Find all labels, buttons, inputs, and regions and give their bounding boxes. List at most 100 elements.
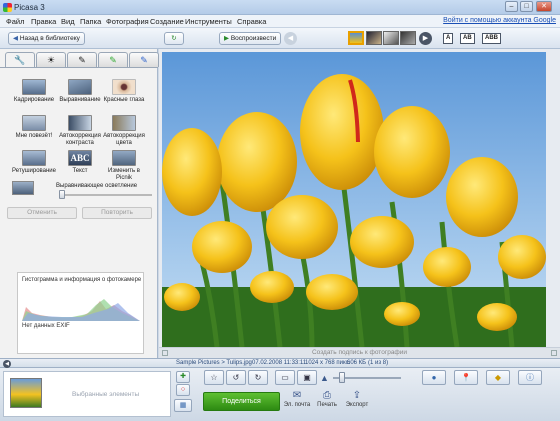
tag-icon: ◆ [494,373,502,382]
hold-button[interactable]: ✚ [176,371,190,383]
star-button[interactable]: ☆ [204,370,224,385]
clear-button[interactable]: ○ [176,384,190,396]
tulips-image [162,74,546,347]
menu-edit[interactable]: Правка [31,17,56,26]
tab-tuning[interactable]: ☀ [36,52,66,67]
map-pin-icon: 📍 [461,373,471,382]
google-sign-in-link[interactable]: Войти с помощью аккаунта Google [443,17,556,24]
back-arrow-icon: ◀ [13,35,20,42]
tray-thumb-tulips[interactable] [10,378,42,408]
caption-close-icon[interactable] [551,350,557,356]
layout-single-button[interactable]: A [443,33,454,44]
selected-items-label: Выбранные элементы [72,391,140,398]
rotate-left-button[interactable]: ↺ [226,370,246,385]
tags-button[interactable]: ◆ [486,370,510,385]
layout-double-button[interactable]: AB [460,33,475,44]
add-to-album-button[interactable]: ▦ [174,399,192,412]
close-button[interactable]: ✕ [536,1,552,12]
prev-photo-button[interactable]: ◀ [284,32,297,45]
share-button[interactable]: Поделиться [203,392,280,411]
retouch-tool[interactable]: Ретуширование [10,150,58,175]
crop-tool[interactable]: Кадрирование [10,79,58,104]
places-button[interactable]: 📍 [454,370,478,385]
lucky-icon [22,115,46,131]
crop-icon [22,79,46,95]
caption-bar[interactable]: Создать подпись к фотографии [159,347,560,358]
print-action[interactable]: ⎙ Печать [312,390,342,408]
contrast-icon [68,115,92,131]
undo-button[interactable]: Отменить [7,207,77,219]
wrench-icon: 🔧 [14,55,26,65]
rotate-right-button[interactable]: ↻ [248,370,268,385]
fill-light-slider-track[interactable] [60,194,152,196]
title-bar: Picasa 3 – □ ✕ [0,0,560,15]
menu-bar: Файл Правка Вид Папка Фотография Создани… [0,15,560,28]
fill-light-label: Выравнивающее осветление [56,183,138,189]
layout-triple-button[interactable]: ABB [482,33,501,44]
menu-folder[interactable]: Папка [80,17,101,26]
straighten-tool[interactable]: Выравнивание [56,79,104,104]
toolbar: ◀ Назад в библиотеку ↻ ▶ Воспроизвести ◀… [0,28,560,49]
photo-datetime: 07.02.2008 11:33:11 [252,360,307,366]
menu-tools[interactable]: Инструменты [185,17,232,26]
histogram-graph [22,299,140,321]
back-to-library-button[interactable]: ◀ Назад в библиотеку [8,32,85,45]
bottom-panel: Выбранные элементы ✚ ○ ▦ ☆ ↺ ↻ ▭ ▣ ▲ ● 📍… [0,368,560,421]
auto-contrast-tool[interactable]: Автокоррекция контраста [56,115,104,147]
filmstrip-thumb-4[interactable] [400,31,416,45]
menu-help[interactable]: Справка [237,17,266,26]
tab-effects-2[interactable]: ✎ [98,52,128,67]
menu-view[interactable]: Вид [61,17,75,26]
redeye-tool[interactable]: Красные глаза [100,79,148,104]
photo-filesize: 606 КБ [347,360,367,366]
view-actual-button[interactable]: ▣ [297,370,317,385]
histogram-title: Гистограмма и информация о фотокамере [22,277,142,283]
photo-path: Sample Pictures > Tulips.jpg [176,360,252,366]
tab-effects[interactable]: ✎ [67,52,97,67]
email-action[interactable]: ✉ Эл. почта [282,390,312,408]
tab-effects-3[interactable]: ✎ [129,52,159,67]
color-icon [112,115,136,131]
menu-create[interactable]: Создание [150,17,184,26]
blue-brush-icon: ✎ [140,55,148,65]
people-button[interactable]: ● [422,370,446,385]
minimize-button[interactable]: – [505,1,518,12]
filmstrip-thumb-2[interactable] [366,31,382,45]
sync-web-button[interactable]: ↻ [164,32,184,45]
pin-icon: ✚ [180,373,186,380]
collapse-icon[interactable]: ◀ [3,360,11,368]
straighten-icon [68,79,92,95]
brush-icon: ✎ [78,55,86,65]
info-icon: ⓘ [526,373,534,382]
menu-photo[interactable]: Фотография [106,17,149,26]
next-photo-button[interactable]: ▶ [419,32,432,45]
green-brush-icon: ✎ [109,55,117,65]
rotate-left-icon: ↺ [232,373,240,382]
info-button[interactable]: ⓘ [518,370,542,385]
feeling-lucky-tool[interactable]: Мне повезёт! [10,115,58,140]
fill-light-slider-thumb[interactable] [59,190,65,199]
photo-dimensions: 1024 x 768 пикс. [305,360,351,366]
filmstrip-thumb-tulips[interactable] [348,31,364,45]
photo-position: (1 из 8) [368,360,389,366]
caption-input[interactable]: Создать подпись к фотографии [159,349,560,356]
eye-icon [112,79,136,95]
maximize-button[interactable]: □ [520,1,533,12]
sync-icon: ↻ [171,35,177,42]
redo-button[interactable]: Повторить [82,207,152,219]
photo-tulips[interactable] [162,52,546,347]
filmstrip-thumb-3[interactable] [383,31,399,45]
photo-tray: Выбранные элементы [3,371,171,417]
view-fit-button[interactable]: ▭ [275,370,295,385]
picnik-tool[interactable]: Изменить в Picnik [100,150,148,182]
play-slideshow-button[interactable]: ▶ Воспроизвести [219,32,282,45]
export-action[interactable]: ⇪ Экспорт [342,390,372,408]
zoom-slider-thumb[interactable] [339,372,346,383]
rotate-right-icon: ↻ [254,373,262,382]
menu-file[interactable]: Файл [6,17,24,26]
auto-color-tool[interactable]: Автокоррекция цвета [100,115,148,147]
text-tool[interactable]: ABC Текст [56,150,104,175]
album-icon: ▦ [179,402,187,409]
screen-icon: ▣ [303,373,311,382]
tab-basic-fixes[interactable]: 🔧 [5,52,35,67]
